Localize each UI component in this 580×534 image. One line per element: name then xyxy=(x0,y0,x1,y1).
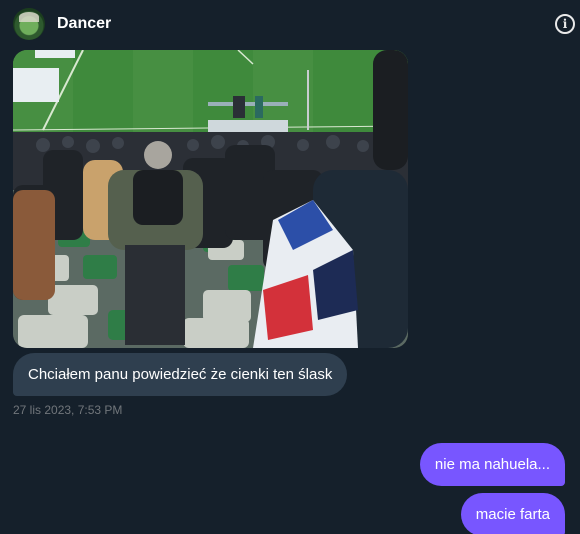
info-icon[interactable]: i xyxy=(555,14,575,34)
contact-name[interactable]: Dancer xyxy=(57,15,111,33)
incoming-message[interactable]: Chciałem panu powiedzieć że cienki ten ś… xyxy=(13,353,348,396)
message-timestamp: 27 lis 2023, 7:53 PM xyxy=(13,403,123,417)
outgoing-message[interactable]: nie ma nahuela... xyxy=(419,443,565,486)
stadium-photo[interactable] xyxy=(13,50,408,348)
outgoing-message[interactable]: macie farta xyxy=(460,493,565,534)
conversation-header: Dancer i xyxy=(0,0,580,48)
user-avatar[interactable] xyxy=(13,8,45,40)
